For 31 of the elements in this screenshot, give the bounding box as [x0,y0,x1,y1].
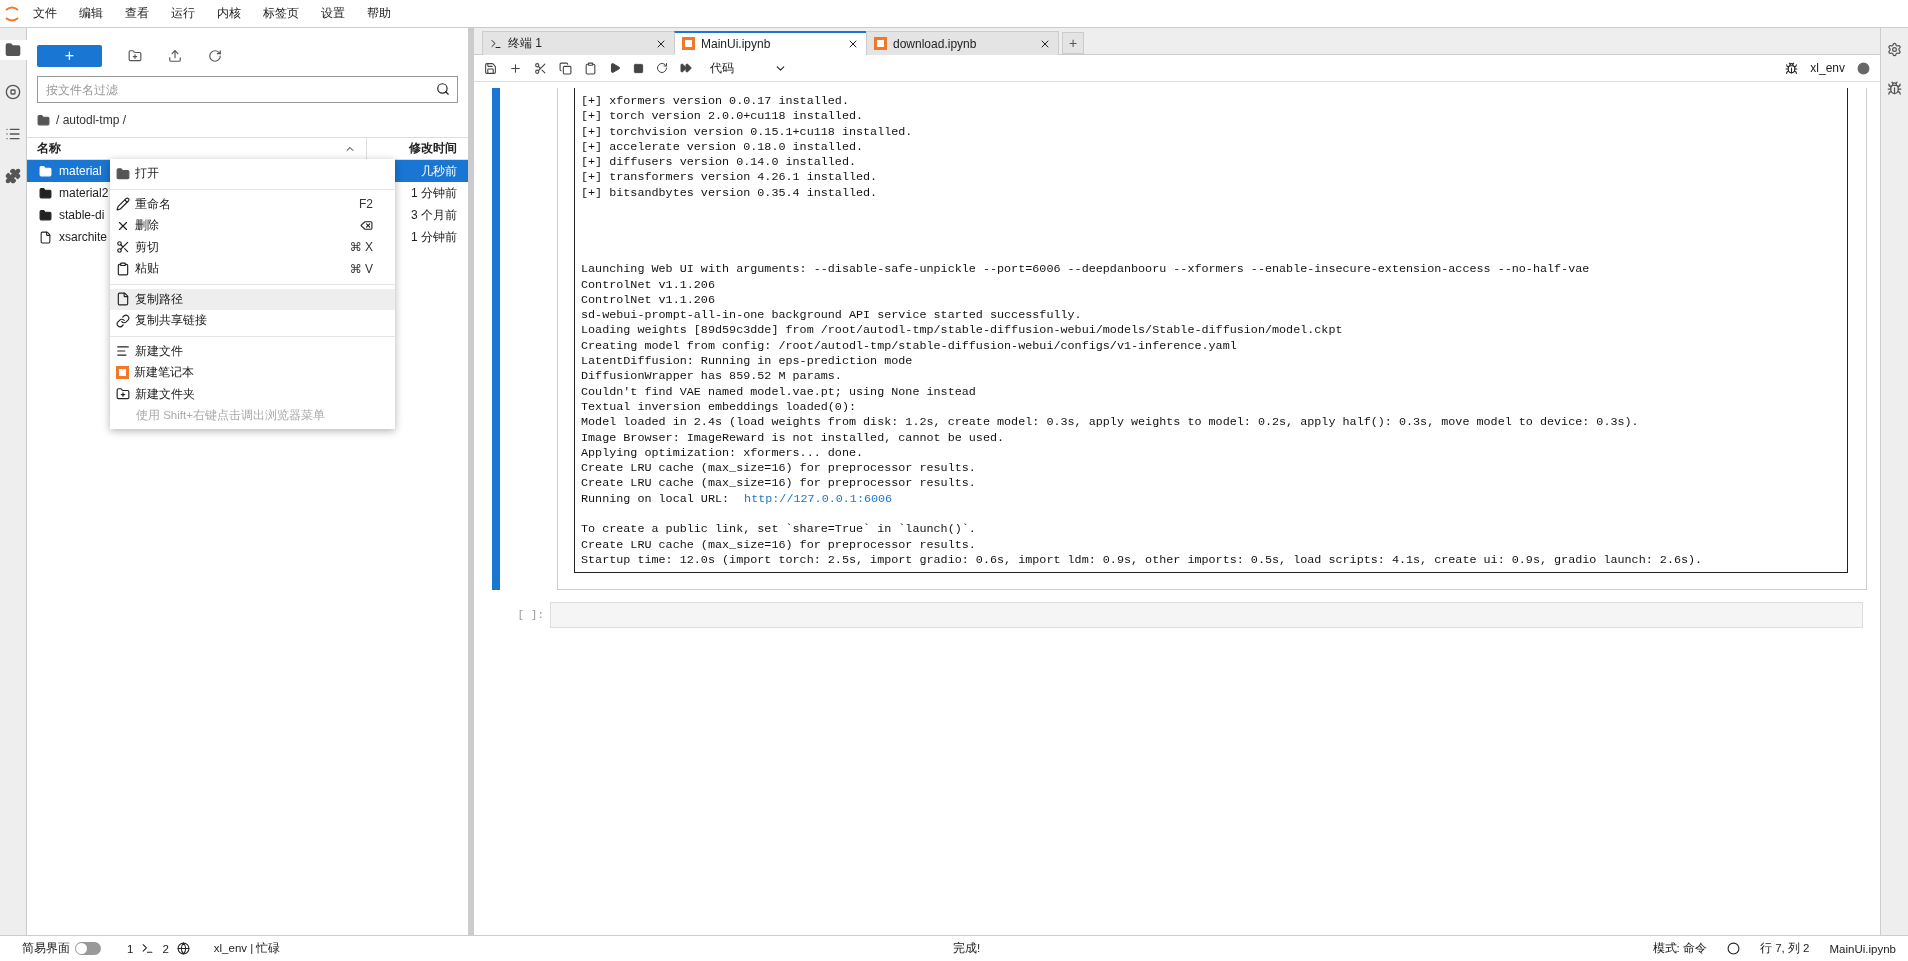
output-line: [+] transformers version 4.26.1 installed. [581,170,878,185]
output-line: Create LRU cache (max_size=16) for preprocessor results. [581,537,976,552]
status-label: 简易界面 [22,941,70,956]
output-line: sd-webui-prompt-all-in-one background API service started successfully. [581,308,1082,323]
output-line: Running on local URL: [581,491,730,506]
output-line: Startup time: 12.0s (import torch: 2.5s, import gradio: 0.6s, import ldm: 0.9s, other imports: 0.5s, load scripts: 4.1s, create ui: 0.9s, gradio launch: 2.6s). [581,552,1703,567]
output-line: DiffusionWrapper has 859.52 M params. [581,369,842,384]
output-line: [+] diffusers version 0.14.0 installed. [581,155,856,170]
file-name: MainUi.ipynb [1829,942,1896,955]
output-line: Create LRU cache (max_size=16) for preprocessor results. [581,476,976,491]
output-line: Applying optimization: xformers... done. [581,445,864,460]
output-line: [+] torch version 2.0.0+cu118 installed. [581,109,864,124]
output-line: LatentDiffusion: Running in eps-prediction mode [581,354,913,369]
output-line: Couldn't find VAE named model.vae.pt; using None instead [581,384,976,399]
status-message: 完成! [952,941,981,956]
output-line: Creating model from config: /root/autodl-tmp/stable-diffusion-webui/configs/v1-inference.yaml [581,338,1237,353]
output-line: ControlNet v1.1.206 [581,277,715,292]
output-line: Loading weights [89d59c3dde] from /root/autodl-tmp/stable-diffusion-webui/models/Stable-diffusion/model.ckpt [581,323,1343,338]
output-line: ControlNet v1.1.206 [581,292,715,307]
output-line: To create a public link, set `share=True` in `launch()`. [581,522,976,537]
output-line: [+] accelerate version 0.18.0 installed. [581,139,864,154]
output-line: Textual inversion embeddings loaded(0): [581,399,856,414]
menu-hint: 使用 Shift+右键点击调出浏览器菜单 [135,407,326,423]
output-line: [+] bitsandbytes version 0.35.4 installed. [581,185,878,200]
output-line: [+] xformers version 0.0.17 installed. [581,94,849,108]
output-line: Create LRU cache (max_size=16) for preprocessor results. [581,461,976,476]
output-line: Model loaded in 2.4s (load weights from disk: 1.2s, create model: 0.3s, apply weights to model: 0.2s, apply half(): 0.3s, move model to device: 0.3s). [581,415,1639,430]
cell-prompt: [ ]: [516,609,545,622]
output-line: Image Browser: ImageReward is not installed, cannot be used. [581,430,1005,445]
output-line: Launching Web UI with arguments: --disable-safe-unpickle --port=6006 --deepdanbooru --xformers --enable-insecure-extension-access --no-half-vae [581,262,1590,277]
output-line: [+] torchvision version 0.15.1+cu118 installed. [581,124,913,139]
